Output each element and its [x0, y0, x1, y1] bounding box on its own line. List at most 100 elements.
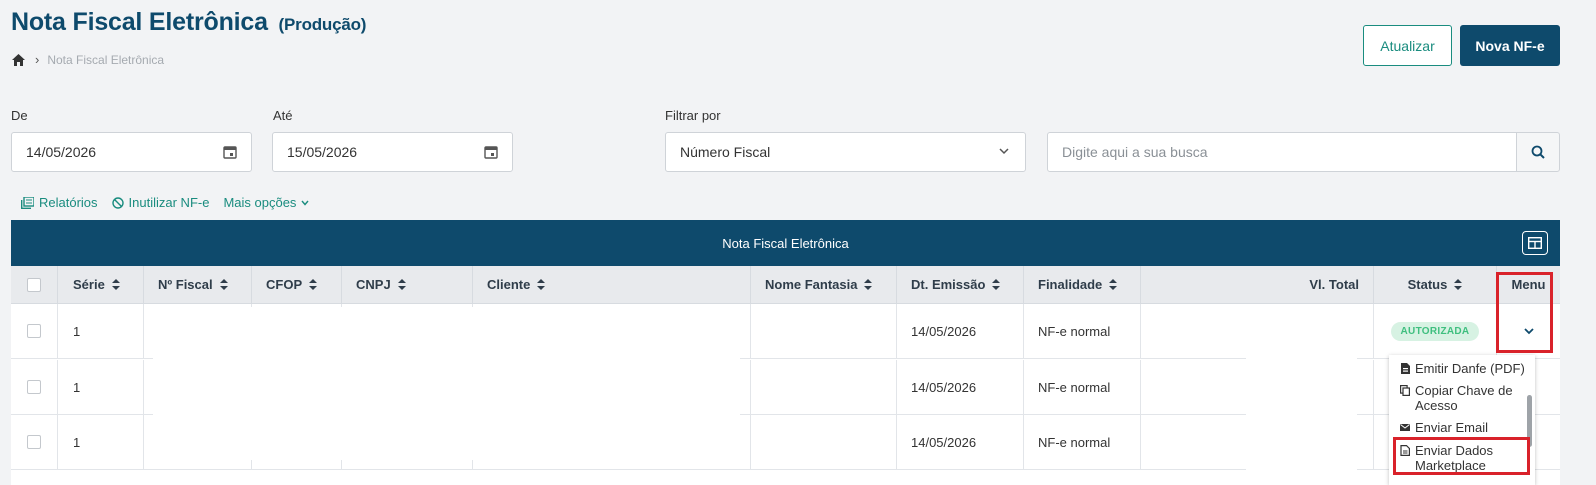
chevron-down-icon — [999, 148, 1009, 155]
col-cliente-label: Cliente — [487, 277, 531, 292]
sort-icon — [219, 279, 228, 290]
cell-finalidade: NF-e normal — [1024, 360, 1141, 414]
col-fantasia-label: Nome Fantasia — [765, 277, 858, 292]
search-icon — [1531, 145, 1545, 159]
reports-label: Relatórios — [39, 195, 98, 210]
table-title-bar: Nota Fiscal Eletrônica — [11, 220, 1560, 266]
col-emissao[interactable]: Dt. Emissão — [897, 266, 1024, 303]
cell-finalidade: NF-e normal — [1024, 304, 1141, 358]
block-icon — [111, 196, 124, 209]
col-nfiscal-label: Nº Fiscal — [158, 277, 213, 292]
mail-icon — [1400, 424, 1410, 431]
search-input[interactable]: Digite aqui a sua busca — [1047, 132, 1517, 172]
page-title: Nota Fiscal Eletrônica (Produção) — [11, 8, 366, 37]
col-cliente[interactable]: Cliente — [473, 266, 751, 303]
col-finalidade[interactable]: Finalidade — [1024, 266, 1141, 303]
col-fantasia[interactable]: Nome Fantasia — [751, 266, 897, 303]
sort-icon — [864, 279, 873, 290]
menu-item-label: Enviar Email — [1415, 420, 1488, 435]
page-title-text: Nota Fiscal Eletrônica — [11, 8, 268, 36]
col-serie[interactable]: Série — [58, 266, 144, 303]
menu-item-danfe[interactable]: Emitir Danfe (PDF) — [1400, 361, 1525, 376]
to-date-value: 15/05/2026 — [287, 144, 358, 160]
menu-item-send-email[interactable]: Enviar Email — [1400, 420, 1488, 435]
table-title: Nota Fiscal Eletrônica — [722, 235, 849, 251]
home-icon[interactable] — [12, 53, 25, 66]
to-date-input[interactable]: 15/05/2026 — [272, 132, 513, 172]
breadcrumb: › Nota Fiscal Eletrônica — [12, 52, 164, 67]
table-grid-icon — [1528, 237, 1542, 249]
row-checkbox[interactable] — [27, 324, 41, 338]
redaction-mask — [153, 307, 740, 460]
table-header-row: Série Nº Fiscal CFOP CNPJ Cliente Nome F… — [11, 266, 1560, 304]
status-badge: AUTORIZADA — [1390, 321, 1480, 341]
row-checkbox-cell — [11, 415, 58, 469]
sort-icon — [111, 279, 120, 290]
cell-emissao: 14/05/2026 — [897, 360, 1024, 414]
column-config-button[interactable] — [1522, 231, 1548, 255]
row-checkbox[interactable] — [27, 435, 41, 449]
cell-fantasia — [751, 304, 897, 358]
cell-emissao: 14/05/2026 — [897, 415, 1024, 469]
from-date-value: 14/05/2026 — [26, 144, 97, 160]
page-subtitle: (Produção) — [278, 15, 367, 34]
col-status[interactable]: Status — [1374, 266, 1497, 303]
col-total-label: Vl. Total — [1309, 277, 1359, 292]
pdf-icon — [1401, 363, 1410, 374]
sort-icon — [397, 279, 406, 290]
from-date-input[interactable]: 14/05/2026 — [11, 132, 252, 172]
highlight-box-menu-column — [1496, 272, 1553, 353]
chevron-down-icon — [301, 200, 309, 206]
col-serie-label: Série — [73, 277, 105, 292]
reports-icon — [21, 196, 34, 209]
copy-icon — [1400, 385, 1410, 396]
cell-emissao: 14/05/2026 — [897, 304, 1024, 358]
refresh-button[interactable]: Atualizar — [1363, 25, 1452, 66]
more-options-link[interactable]: Mais opções — [223, 195, 309, 210]
more-options-label: Mais opções — [223, 195, 297, 210]
row-checkbox-cell — [11, 304, 58, 358]
sort-icon — [309, 279, 318, 290]
cell-fantasia — [751, 360, 897, 414]
chevron-right-icon: › — [35, 52, 40, 67]
col-nfiscal[interactable]: Nº Fiscal — [144, 266, 252, 303]
col-status-label: Status — [1407, 277, 1448, 292]
select-all-checkbox[interactable] — [27, 277, 41, 292]
cell-fantasia — [751, 415, 897, 469]
sort-icon — [992, 279, 1001, 290]
col-cfop-label: CFOP — [266, 277, 303, 292]
filter-by-label: Filtrar por — [665, 108, 721, 123]
cell-serie[interactable]: 1 — [58, 360, 144, 414]
breadcrumb-current: Nota Fiscal Eletrônica — [47, 52, 165, 67]
col-cnpj[interactable]: CNPJ — [342, 266, 473, 303]
new-nfe-button[interactable]: Nova NF-e — [1460, 25, 1560, 66]
redaction-mask — [1246, 307, 1357, 472]
reports-link[interactable]: Relatórios — [21, 195, 98, 210]
cell-finalidade: NF-e normal — [1024, 415, 1141, 469]
col-finalidade-label: Finalidade — [1038, 277, 1103, 292]
cell-status: AUTORIZADA — [1374, 304, 1497, 358]
filter-by-value: Número Fiscal — [680, 144, 771, 160]
menu-item-copy-key[interactable]: Copiar Chave de Acesso — [1400, 383, 1528, 413]
sort-icon — [1454, 279, 1463, 290]
calendar-icon[interactable] — [223, 145, 237, 159]
sort-icon — [537, 279, 546, 290]
filter-by-select[interactable]: Número Fiscal — [665, 132, 1026, 172]
col-cnpj-label: CNPJ — [356, 277, 391, 292]
calendar-icon[interactable] — [484, 145, 498, 159]
from-date-label: De — [11, 108, 28, 123]
header-checkbox-cell — [11, 266, 58, 303]
menu-item-label: Emitir Danfe (PDF) — [1415, 361, 1525, 376]
cell-serie[interactable]: 1 — [58, 415, 144, 469]
to-date-label: Até — [273, 108, 293, 123]
col-total[interactable]: Vl. Total — [1141, 266, 1374, 303]
col-cfop[interactable]: CFOP — [252, 266, 342, 303]
action-bar: Relatórios Inutilizar NF-e Mais opções — [21, 195, 309, 210]
col-emissao-label: Dt. Emissão — [911, 277, 986, 292]
search-button[interactable] — [1516, 132, 1560, 172]
void-nfe-link[interactable]: Inutilizar NF-e — [111, 195, 209, 210]
row-checkbox[interactable] — [27, 380, 41, 394]
sort-icon — [1109, 279, 1118, 290]
cell-serie[interactable]: 1 — [58, 304, 144, 358]
row-checkbox-cell — [11, 360, 58, 414]
